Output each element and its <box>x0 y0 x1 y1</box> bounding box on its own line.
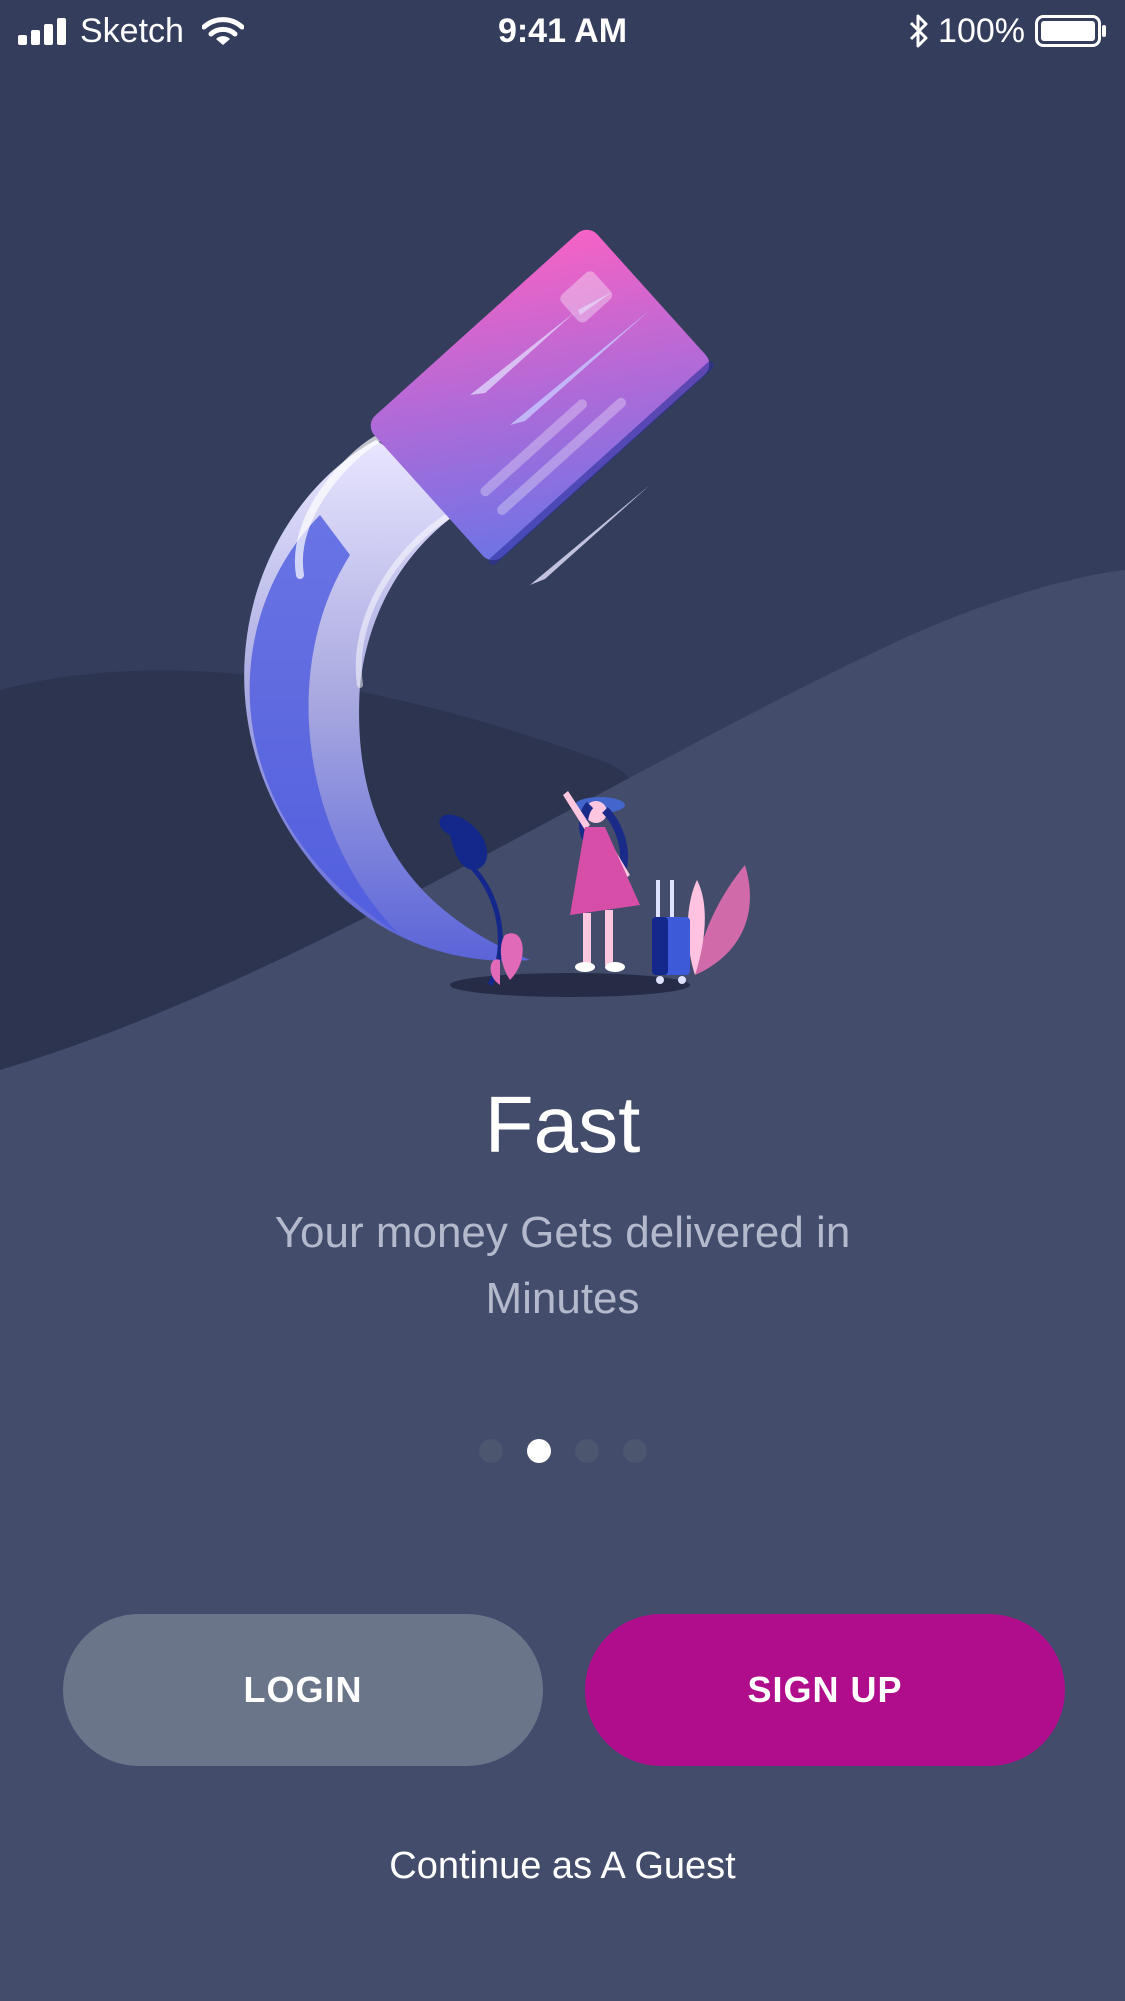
page-indicator <box>0 1439 1125 1463</box>
battery-percent: 100% <box>938 11 1025 50</box>
hero-illustration <box>244 229 750 997</box>
continue-as-guest-link[interactable]: Continue as A Guest <box>0 1842 1125 1890</box>
status-right: 100% <box>908 10 1107 52</box>
page-dot-3[interactable] <box>574 1439 599 1463</box>
battery-icon <box>1035 15 1106 47</box>
status-bar: Sketch 9:41 AM 100% <box>0 0 1125 62</box>
suitcase-graphic <box>652 880 690 984</box>
leaf-graphic <box>687 865 750 975</box>
login-button[interactable]: LOGIN <box>63 1614 543 1766</box>
onboarding-subtitle: Your money Gets delivered in Minutes <box>274 1208 851 1323</box>
page-dot-4[interactable] <box>622 1439 647 1463</box>
onboarding-title: Fast <box>484 1080 641 1169</box>
traveler-figure <box>563 791 640 972</box>
page-dot-2-active[interactable] <box>526 1439 551 1463</box>
bluetooth-icon <box>909 14 928 48</box>
signup-button[interactable]: SIGN UP <box>585 1614 1065 1766</box>
onboarding-screen: Sketch 9:41 AM 100% Fast Your money Gets… <box>0 0 1125 2001</box>
page-dot-1[interactable] <box>478 1439 503 1463</box>
